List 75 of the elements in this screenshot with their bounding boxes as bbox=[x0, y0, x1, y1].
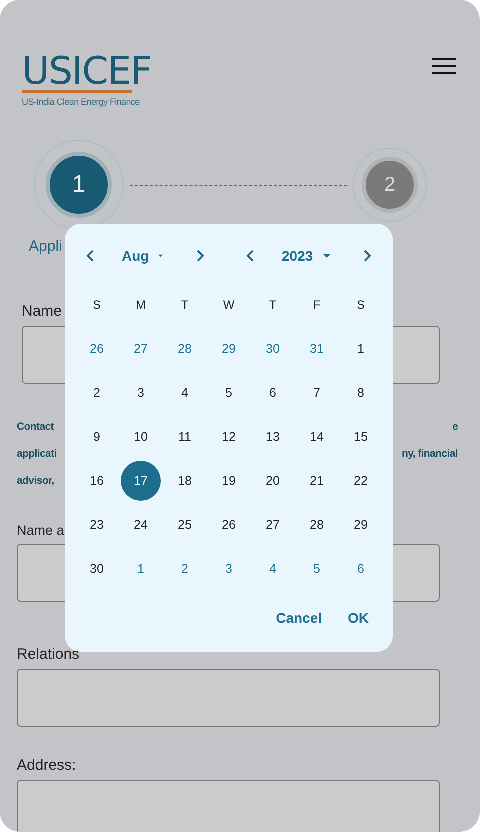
chevron-left-icon bbox=[85, 249, 95, 263]
calendar-day[interactable]: 26 bbox=[209, 505, 249, 545]
month-dropdown[interactable]: Aug bbox=[114, 242, 172, 270]
calendar-day[interactable]: 8 bbox=[341, 373, 381, 413]
note-text: e bbox=[452, 420, 458, 435]
calendar-day[interactable]: 23 bbox=[77, 505, 117, 545]
field-label: Relations bbox=[17, 646, 80, 663]
weekday-label: F bbox=[313, 298, 321, 312]
note-text: applicati bbox=[17, 447, 57, 462]
step-indicator[interactable]: 1 bbox=[34, 140, 124, 230]
calendar-day[interactable]: 1 bbox=[121, 549, 161, 589]
logo-tagline: US-India Clean Energy Finance bbox=[22, 97, 140, 107]
chevron-right-icon bbox=[363, 249, 373, 263]
field-label: Name bbox=[22, 303, 62, 320]
caret-icon bbox=[158, 253, 164, 259]
calendar-day[interactable]: 31 bbox=[297, 329, 337, 369]
weekday-label: M bbox=[136, 298, 146, 312]
calendar-day[interactable]: 1 bbox=[341, 329, 381, 369]
weekday-label: T bbox=[181, 298, 189, 312]
calendar-day[interactable]: 25 bbox=[165, 505, 205, 545]
calendar-day[interactable]: 19 bbox=[209, 461, 249, 501]
cancel-button[interactable]: Cancel bbox=[266, 600, 332, 636]
calendar-day[interactable]: 15 bbox=[341, 417, 381, 457]
calendar-day[interactable]: 7 bbox=[297, 373, 337, 413]
calendar-day[interactable]: 27 bbox=[253, 505, 293, 545]
calendar-day[interactable]: 28 bbox=[165, 329, 205, 369]
ok-button[interactable]: OK bbox=[338, 600, 379, 636]
calendar-day[interactable]: 3 bbox=[121, 373, 161, 413]
calendar-day[interactable]: 2 bbox=[165, 549, 205, 589]
calendar-day[interactable]: 24 bbox=[121, 505, 161, 545]
calendar-day[interactable]: 21 bbox=[297, 461, 337, 501]
calendar-day[interactable]: 29 bbox=[209, 329, 249, 369]
calendar-day[interactable]: 5 bbox=[297, 549, 337, 589]
calendar-day[interactable]: 6 bbox=[341, 549, 381, 589]
calendar-day[interactable]: 27 bbox=[121, 329, 161, 369]
calendar-day[interactable]: 11 bbox=[165, 417, 205, 457]
calendar-day[interactable]: 10 bbox=[121, 417, 161, 457]
logo-title: USICEF bbox=[22, 54, 152, 88]
calendar-day[interactable]: 17 bbox=[121, 461, 161, 501]
calendar-day[interactable]: 18 bbox=[165, 461, 205, 501]
year-dropdown[interactable]: 2023 bbox=[274, 242, 344, 270]
calendar-day[interactable]: 5 bbox=[209, 373, 249, 413]
calendar-day[interactable]: 16 bbox=[77, 461, 117, 501]
note-text: advisor, bbox=[17, 474, 54, 489]
calendar-day[interactable]: 26 bbox=[77, 329, 117, 369]
menu-icon[interactable] bbox=[432, 57, 456, 75]
calendar-day[interactable]: 22 bbox=[341, 461, 381, 501]
calendar-day[interactable]: 20 bbox=[253, 461, 293, 501]
field-label: Address: bbox=[17, 757, 76, 774]
caret-icon bbox=[322, 253, 332, 259]
weekday-label: S bbox=[92, 298, 101, 312]
calendar-day[interactable]: 3 bbox=[209, 549, 249, 589]
calendar-day[interactable]: 9 bbox=[77, 417, 117, 457]
weekday-label: S bbox=[356, 298, 365, 312]
note-text: Contact bbox=[17, 420, 54, 435]
input-field[interactable] bbox=[17, 669, 440, 727]
calendar-day[interactable]: 12 bbox=[209, 417, 249, 457]
calendar-day[interactable]: 4 bbox=[165, 373, 205, 413]
weekday-label: T bbox=[269, 298, 277, 312]
calendar-day[interactable]: 6 bbox=[253, 373, 293, 413]
field-label: Name a bbox=[17, 523, 64, 538]
calendar-day[interactable]: 14 bbox=[297, 417, 337, 457]
weekday-label: W bbox=[223, 298, 235, 312]
input-field[interactable] bbox=[17, 780, 440, 832]
calendar-day[interactable]: 30 bbox=[77, 549, 117, 589]
calendar-day[interactable]: 30 bbox=[253, 329, 293, 369]
chevron-left-icon bbox=[245, 249, 255, 263]
calendar-day[interactable]: 4 bbox=[253, 549, 293, 589]
calendar-day[interactable]: 13 bbox=[253, 417, 293, 457]
step-label: Appli bbox=[29, 238, 62, 255]
chevron-right-icon bbox=[196, 249, 206, 263]
calendar-day[interactable]: 28 bbox=[297, 505, 337, 545]
note-text: ny, financial bbox=[402, 447, 458, 462]
calendar-day[interactable]: 29 bbox=[341, 505, 381, 545]
calendar-day[interactable]: 2 bbox=[77, 373, 117, 413]
